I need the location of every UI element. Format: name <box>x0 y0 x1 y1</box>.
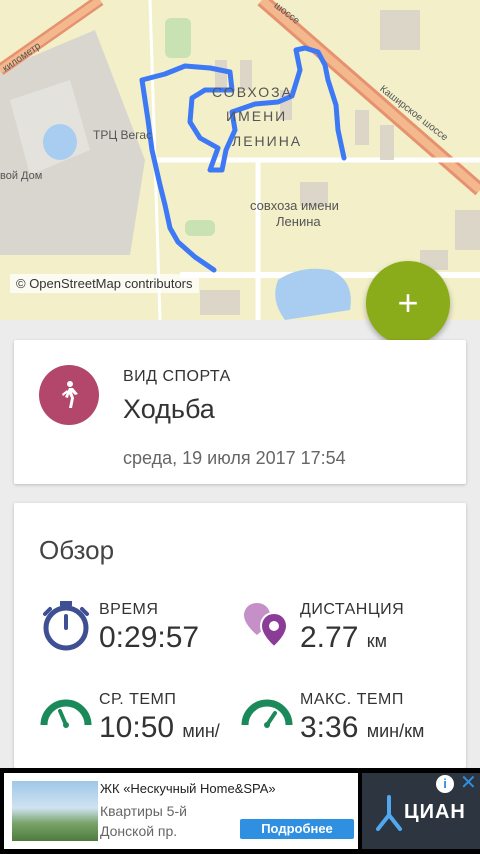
location-pins-icon <box>244 603 289 649</box>
avg-pace-unit: мин/ <box>182 721 220 741</box>
stopwatch-icon <box>43 601 89 651</box>
avg-pace-number: 10:50 <box>99 711 175 744</box>
ad-image <box>12 781 98 841</box>
map-label-district-2: ИМЕНИ <box>226 108 288 124</box>
cian-logo-icon <box>376 795 402 831</box>
ad-content[interactable]: ЖК «Нескучный Home&SPA» Квартиры 5-й Дон… <box>4 773 358 849</box>
max-pace-value: 3:36 мин/км <box>300 711 424 745</box>
add-button[interactable]: + <box>366 261 450 345</box>
distance-value: 2.77 км <box>300 621 387 655</box>
distance-label: ДИСТАНЦИЯ <box>300 601 405 618</box>
ad-line-2: Донской пр. <box>100 823 178 839</box>
map-label-home: вой Дом <box>0 170 43 182</box>
ad-info-icon[interactable]: i <box>436 775 454 793</box>
ad-brand-text: ЦИАН <box>404 801 466 823</box>
ad-banner[interactable]: ЖК «Нескучный Home&SPA» Квартиры 5-й Дон… <box>0 768 480 854</box>
max-pace-unit: мин/км <box>366 721 425 741</box>
map-label-district-1: СОВХОЗА <box>212 84 293 100</box>
time-label: ВРЕМЯ <box>99 601 159 618</box>
avg-pace-label: СР. ТЕМП <box>99 691 177 708</box>
ad-more-button[interactable]: Подробнее <box>240 819 354 839</box>
max-pace-number: 3:36 <box>300 711 359 744</box>
activity-card[interactable]: ВИД СПОРТА Ходьба среда, 19 июля 2017 17… <box>14 340 466 484</box>
map-label-district-3: ЛЕНИНА <box>232 133 303 149</box>
sport-label: ВИД СПОРТА <box>123 368 231 385</box>
ad-line-1: Квартиры 5-й <box>100 803 187 819</box>
speedometer-icon <box>40 699 92 728</box>
overview-title: Обзор <box>39 535 115 565</box>
map-label-village-1: совхоза имени <box>250 198 339 213</box>
time-value: 0:29:57 <box>99 621 200 654</box>
ad-close-icon[interactable]: ✕ <box>460 773 477 793</box>
map-label-mall: ТРЦ Вегас <box>93 128 153 142</box>
avg-pace-value: 10:50 мин/ <box>99 711 220 745</box>
overview-card: Обзор ВРЕМЯ 0:29:57 ДИСТАНЦИЯ 2.77 км СР… <box>14 503 466 768</box>
ad-title: ЖК «Нескучный Home&SPA» <box>100 781 276 796</box>
map-label-village-2: Ленина <box>276 214 321 229</box>
max-pace-label: МАКС. ТЕМП <box>300 691 404 708</box>
map-attribution[interactable]: © OpenStreetMap contributors <box>10 274 199 293</box>
speedometer-icon <box>241 699 293 728</box>
distance-unit: км <box>366 631 387 651</box>
distance-number: 2.77 <box>300 621 359 654</box>
activity-date[interactable]: среда, 19 июля 2017 17:54 <box>123 448 346 469</box>
walking-person-icon <box>39 365 99 425</box>
sport-value: Ходьба <box>123 394 215 424</box>
